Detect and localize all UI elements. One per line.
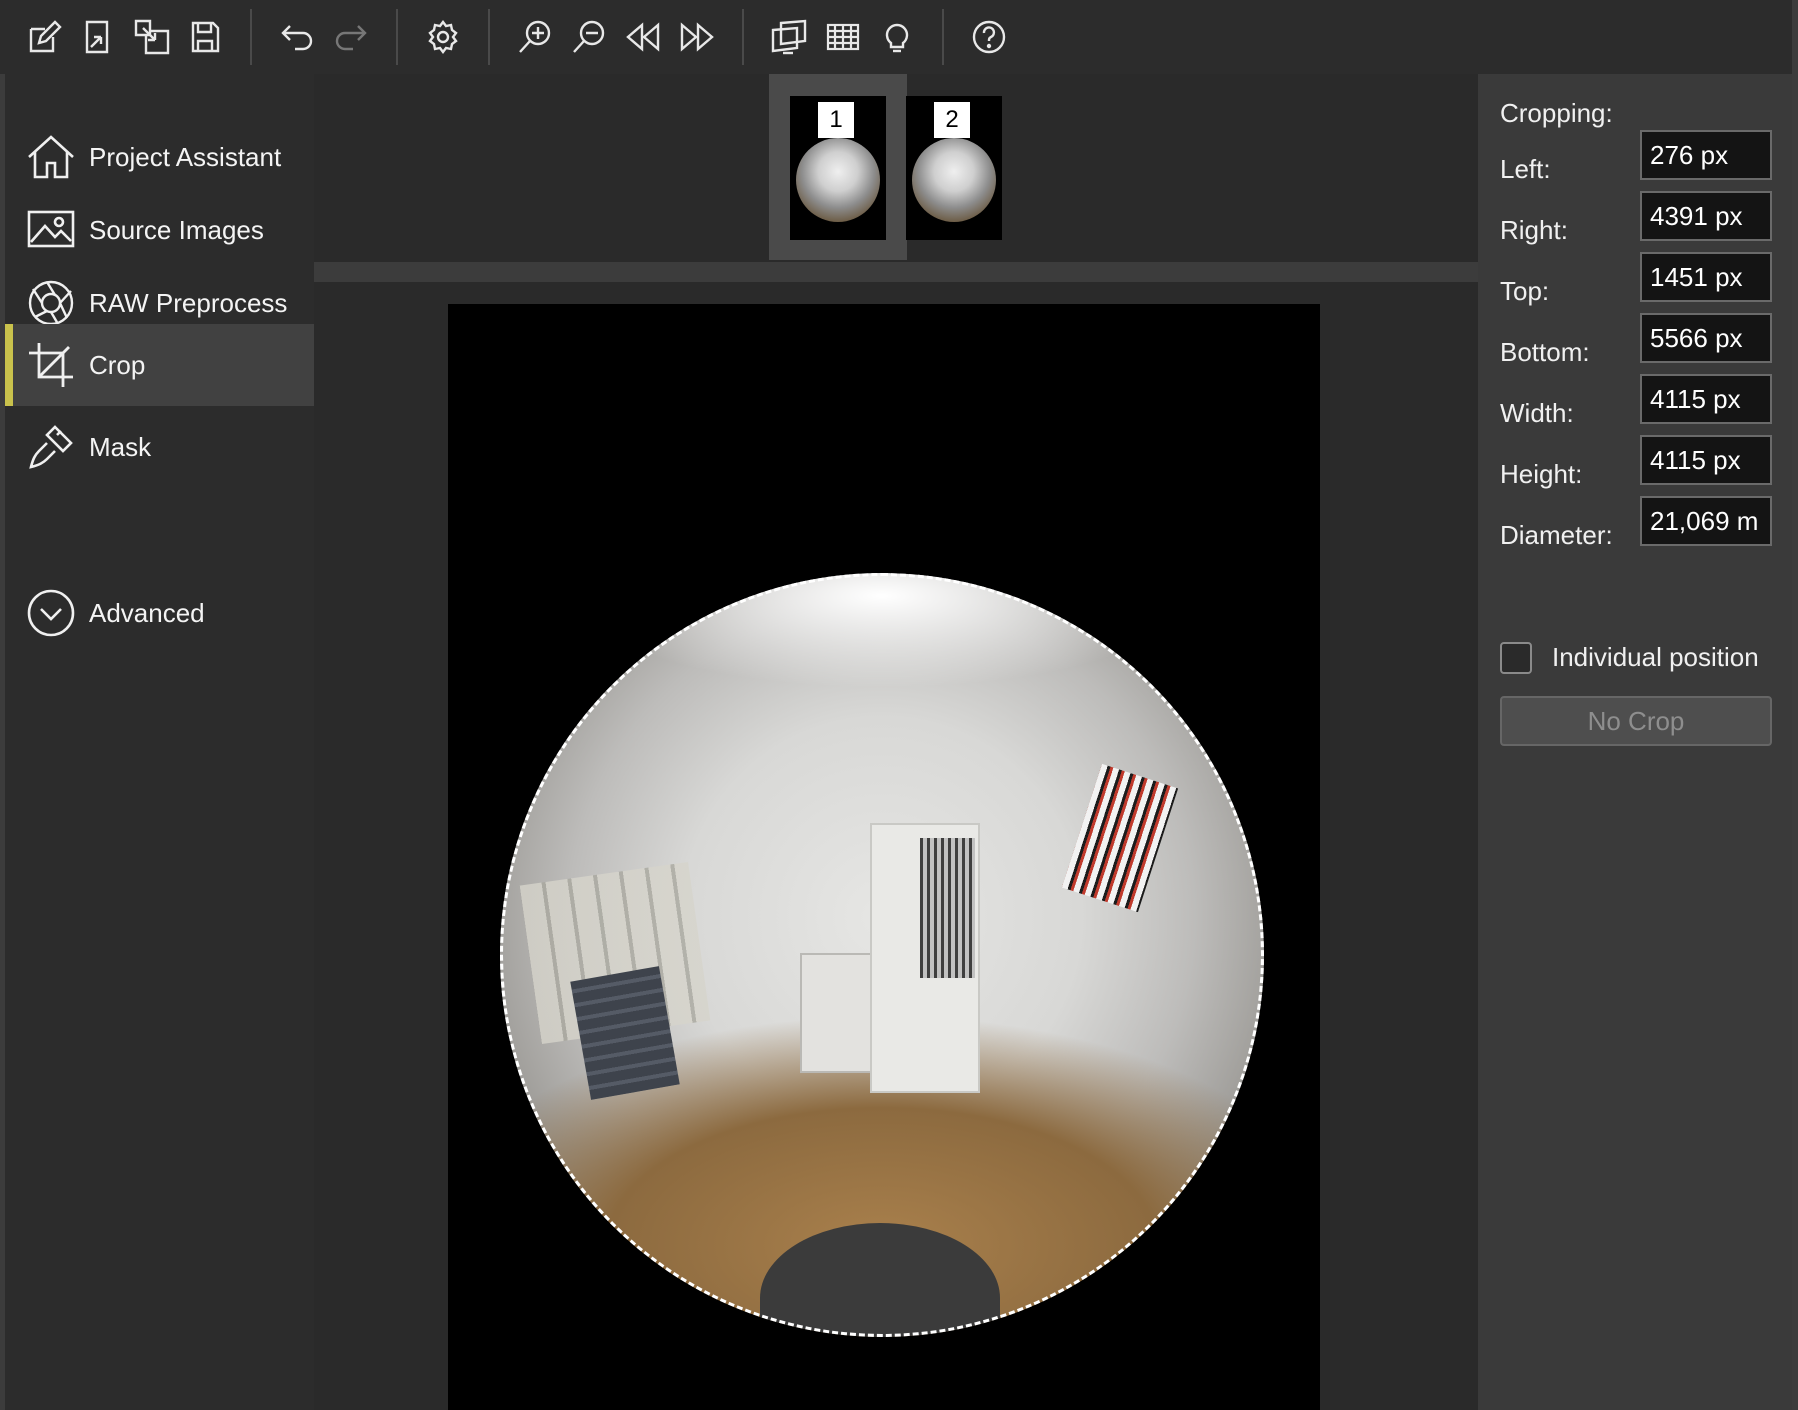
sidebar-item-crop[interactable]: Crop: [5, 324, 314, 406]
thumbnail-image: [912, 138, 996, 222]
sidebar-item-label: Crop: [89, 349, 146, 380]
sidebar-item-label: Advanced: [89, 597, 205, 628]
window-right-edge: [1792, 0, 1798, 1410]
sidebar-item-mask[interactable]: Mask: [5, 406, 314, 488]
zoom-out-icon[interactable]: [562, 10, 616, 64]
thumbnail-2[interactable]: 2: [906, 96, 1002, 240]
toolbar-separator: [488, 9, 490, 65]
gear-icon[interactable]: [416, 10, 470, 64]
bottom-label: Bottom:: [1500, 337, 1590, 367]
toolbar-separator: [250, 9, 252, 65]
zoom-in-icon[interactable]: [508, 10, 562, 64]
toolbar-separator: [942, 9, 944, 65]
save-icon[interactable]: [178, 10, 232, 64]
width-label: Width:: [1500, 398, 1574, 428]
individual-position-label: Individual position: [1552, 642, 1759, 672]
next-icon[interactable]: [670, 10, 724, 64]
thumbnail-image: [796, 138, 880, 222]
redo-icon[interactable]: [324, 10, 378, 64]
width-field[interactable]: 4115 px: [1640, 374, 1772, 424]
sidebar-item-project-assistant[interactable]: Project Assistant: [5, 116, 314, 198]
home-icon: [28, 135, 74, 179]
left-field[interactable]: 276 px: [1640, 130, 1772, 180]
diameter-label: Diameter:: [1500, 520, 1613, 550]
crop-circle-handle[interactable]: [500, 573, 1264, 1337]
height-label: Height:: [1500, 459, 1583, 489]
undo-icon[interactable]: [270, 10, 324, 64]
help-icon[interactable]: [962, 10, 1016, 64]
grid-icon[interactable]: [816, 10, 870, 64]
top-field[interactable]: 1451 px: [1640, 252, 1772, 302]
previous-icon[interactable]: [616, 10, 670, 64]
left-label: Left:: [1500, 154, 1551, 184]
image-icon: [27, 210, 75, 248]
panorama-view-icon[interactable]: [762, 10, 816, 64]
aperture-icon: [28, 280, 74, 326]
sidebar-item-label: RAW Preprocess: [89, 287, 288, 318]
right-label: Right:: [1500, 215, 1568, 245]
crop-icon: [29, 343, 73, 387]
individual-position-checkbox[interactable]: [1500, 642, 1532, 674]
sidebar-item-label: Mask: [89, 431, 152, 462]
thumbnail-number: 1: [816, 100, 856, 140]
lightbulb-icon[interactable]: [870, 10, 924, 64]
cropping-title: Cropping:: [1500, 98, 1613, 128]
source-image[interactable]: [448, 304, 1320, 1410]
sidebar-item-source-images[interactable]: Source Images: [5, 189, 314, 271]
no-crop-button[interactable]: No Crop: [1500, 696, 1772, 746]
sidebar: Project Assistant Source Images RAW Prep…: [5, 74, 314, 1410]
new-project-icon[interactable]: [16, 10, 70, 64]
bottom-field[interactable]: 5566 px: [1640, 313, 1772, 363]
thumbnail-number: 2: [932, 100, 972, 140]
thumbnail-1[interactable]: 1: [790, 96, 886, 240]
thumbnail-strip: 1 2: [314, 74, 1478, 262]
import-icon[interactable]: [124, 10, 178, 64]
top-label: Top:: [1500, 276, 1550, 306]
sidebar-item-label: Project Assistant: [89, 141, 282, 172]
cropping-panel: Cropping: Left: 276 px Right: 4391 px To…: [1478, 74, 1798, 1410]
open-project-icon[interactable]: [70, 10, 124, 64]
sidebar-item-advanced[interactable]: Advanced: [5, 572, 314, 654]
right-field[interactable]: 4391 px: [1640, 191, 1772, 241]
brush-icon: [29, 425, 73, 469]
toolbar-separator: [396, 9, 398, 65]
chevron-down-circle-icon: [27, 589, 75, 637]
sidebar-item-label: Source Images: [89, 214, 264, 245]
height-field[interactable]: 4115 px: [1640, 435, 1772, 485]
image-viewport[interactable]: [314, 282, 1478, 1410]
diameter-field[interactable]: 21,069 m: [1640, 496, 1772, 546]
toolbar-separator: [742, 9, 744, 65]
strip-divider[interactable]: [314, 262, 1478, 282]
toolbar: [0, 0, 1798, 74]
